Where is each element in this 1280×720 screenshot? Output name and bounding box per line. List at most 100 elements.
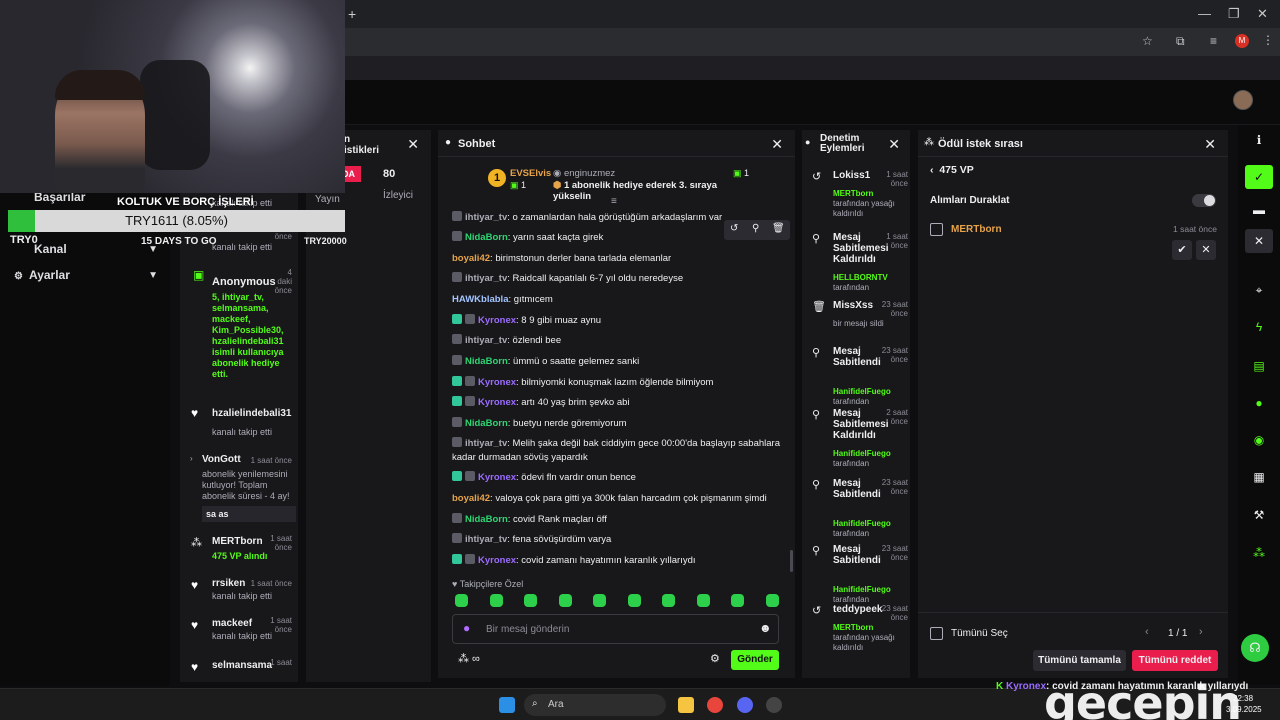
chat-icon[interactable]: ● <box>1245 391 1273 415</box>
support-icon[interactable]: ☊ <box>1241 634 1269 662</box>
mod-tools-icon[interactable]: ▦ <box>1245 465 1273 489</box>
chat-message: Kyronex: covid zamanı hayatımın karanlık… <box>452 554 787 568</box>
chat-username[interactable]: HAWKblabla <box>452 294 508 305</box>
moderation-actor[interactable]: MERTborn <box>833 189 905 199</box>
chat-username[interactable]: boyali42 <box>452 493 490 504</box>
emote-icon[interactable] <box>558 594 572 607</box>
reject-icon[interactable]: ✕ <box>1196 240 1216 260</box>
chevron-right-icon[interactable]: › <box>190 454 193 463</box>
chat-username[interactable]: boyali42 <box>452 253 490 264</box>
request-checkbox[interactable] <box>930 223 943 236</box>
points-icon[interactable]: ⁂ <box>1245 541 1273 565</box>
media-icon[interactable]: ≡ <box>1210 34 1217 48</box>
close-icon[interactable]: ✕ <box>1204 136 1216 153</box>
chrome-icon[interactable] <box>707 697 723 713</box>
emote-icon[interactable] <box>627 594 641 607</box>
chat-username[interactable]: ihtiyar_tv <box>465 335 507 346</box>
trash-icon[interactable]: 🗑 <box>772 223 785 234</box>
stats-title-line: n <box>344 134 351 145</box>
close-icon[interactable]: ✕ <box>771 136 783 153</box>
bookmark-star-icon[interactable]: ☆ <box>1142 34 1153 48</box>
chevron-left-icon[interactable]: ‹ <box>1145 626 1149 638</box>
windows-start-icon[interactable] <box>499 697 515 713</box>
taskbar-search[interactable]: ⌕ Ara <box>524 694 666 716</box>
chat-username[interactable]: ihtiyar_tv <box>465 534 507 545</box>
chat-username[interactable]: ihtiyar_tv <box>465 273 507 284</box>
emote-icon[interactable] <box>696 594 710 607</box>
close-icon[interactable]: ✕ <box>407 136 419 153</box>
pause-toggle[interactable] <box>1192 194 1216 207</box>
complete-all-button[interactable]: Tümünü tamamla <box>1033 650 1126 671</box>
layout-icon[interactable]: ▬ <box>1245 198 1273 222</box>
info-icon[interactable]: ℹ <box>1245 128 1273 152</box>
discord-icon[interactable] <box>737 697 753 713</box>
collapse-pinned-icon[interactable]: ≡ <box>611 196 617 207</box>
emote-icon[interactable] <box>593 594 606 607</box>
send-button[interactable]: Gönder <box>731 650 779 670</box>
minimize-icon[interactable]: — <box>1198 6 1211 21</box>
gear-icon[interactable]: ⚙ <box>710 652 720 665</box>
chat-input[interactable]: ● Bir mesaj gönderin ☻ <box>452 614 779 644</box>
emote-icon[interactable] <box>524 594 537 607</box>
microphone-icon[interactable]: ● <box>463 621 470 635</box>
moderation-actor[interactable]: HELLBORNTV <box>833 273 905 283</box>
request-username[interactable]: MERTborn <box>951 224 1002 235</box>
chat-username[interactable]: ihtiyar_tv <box>465 438 507 449</box>
pin-icon[interactable]: ⚲ <box>752 223 759 234</box>
chat-username[interactable]: NidaBorn <box>465 232 508 243</box>
close-icon[interactable]: ✕ <box>1245 229 1273 253</box>
emote-icon[interactable] <box>455 594 468 607</box>
emote-icon[interactable] <box>765 594 779 607</box>
points-icon[interactable]: ⁂ ∞ <box>458 652 480 665</box>
feed-time: 1 saat önce <box>250 456 292 465</box>
restore-icon[interactable]: ❐ <box>1228 6 1240 22</box>
select-all-checkbox[interactable] <box>930 627 943 640</box>
close-window-icon[interactable]: ✕ <box>1257 6 1268 22</box>
feed-username[interactable]: hzalielindebali31 <box>212 408 296 419</box>
check-icon[interactable]: ✓ <box>1245 165 1273 189</box>
lightning-icon[interactable]: ϟ <box>1245 315 1273 339</box>
emote-icon[interactable] <box>662 594 675 607</box>
moderation-actor[interactable]: HanifidelFuego <box>833 449 905 459</box>
moderation-actor[interactable]: HanifidelFuego <box>833 585 905 595</box>
chat-username[interactable]: Kyronex <box>478 315 516 326</box>
wrench-icon[interactable]: ⚒ <box>1245 503 1273 527</box>
gifter-name[interactable]: enginuzmez <box>564 168 615 179</box>
chevron-right-icon[interactable]: › <box>1199 626 1203 638</box>
back-button[interactable]: ‹ 475 VP <box>930 164 974 176</box>
profile-avatar[interactable]: M <box>1235 34 1249 48</box>
chat-username[interactable]: NidaBorn <box>465 356 508 367</box>
chevron-down-icon[interactable]: ▼ <box>148 270 158 281</box>
approve-icon[interactable]: ✔ <box>1172 240 1192 260</box>
chat-username[interactable]: ihtiyar_tv <box>465 212 507 223</box>
reply-icon[interactable]: ↺ <box>730 223 738 234</box>
file-explorer-icon[interactable] <box>678 697 694 713</box>
moderation-actor[interactable]: MERTborn <box>833 623 905 633</box>
target-icon[interactable]: ⌖ <box>1245 278 1273 302</box>
broadcast-icon[interactable]: ◉ <box>1245 428 1273 452</box>
chat-username[interactable]: Kyronex <box>478 555 516 566</box>
emote-icon[interactable] <box>731 594 744 607</box>
app-icon[interactable] <box>766 697 782 713</box>
document-icon[interactable]: ▤ <box>1245 354 1273 378</box>
top-gifter-name[interactable]: EVSElvis <box>510 168 551 179</box>
close-icon[interactable]: ✕ <box>888 136 900 153</box>
chat-username[interactable]: Kyronex <box>478 472 516 483</box>
extensions-icon[interactable]: ⧉ <box>1176 34 1185 49</box>
emoji-icon[interactable]: ☻ <box>759 621 772 635</box>
nav-item-settings[interactable]: ⚙ Ayarlar <box>14 268 70 282</box>
user-icon: ◉ <box>553 168 564 179</box>
emote-icon[interactable] <box>489 594 503 607</box>
chat-username[interactable]: NidaBorn <box>465 418 508 429</box>
moderation-actor[interactable]: HanifidelFuego <box>833 519 905 529</box>
moderation-actor[interactable]: HanifidelFuego <box>833 387 905 397</box>
reject-all-button[interactable]: Tümünü reddet <box>1132 650 1218 671</box>
chat-username[interactable]: NidaBorn <box>465 514 508 525</box>
new-tab-icon[interactable]: + <box>348 6 356 22</box>
user-avatar[interactable] <box>1233 90 1253 110</box>
browser-menu-icon[interactable]: ⋮ <box>1262 33 1274 47</box>
chat-scrollbar[interactable] <box>790 550 793 572</box>
nav-item-channel[interactable]: Kanal <box>34 242 67 256</box>
chat-username[interactable]: Kyronex <box>478 397 516 408</box>
chat-username[interactable]: Kyronex <box>478 377 516 388</box>
